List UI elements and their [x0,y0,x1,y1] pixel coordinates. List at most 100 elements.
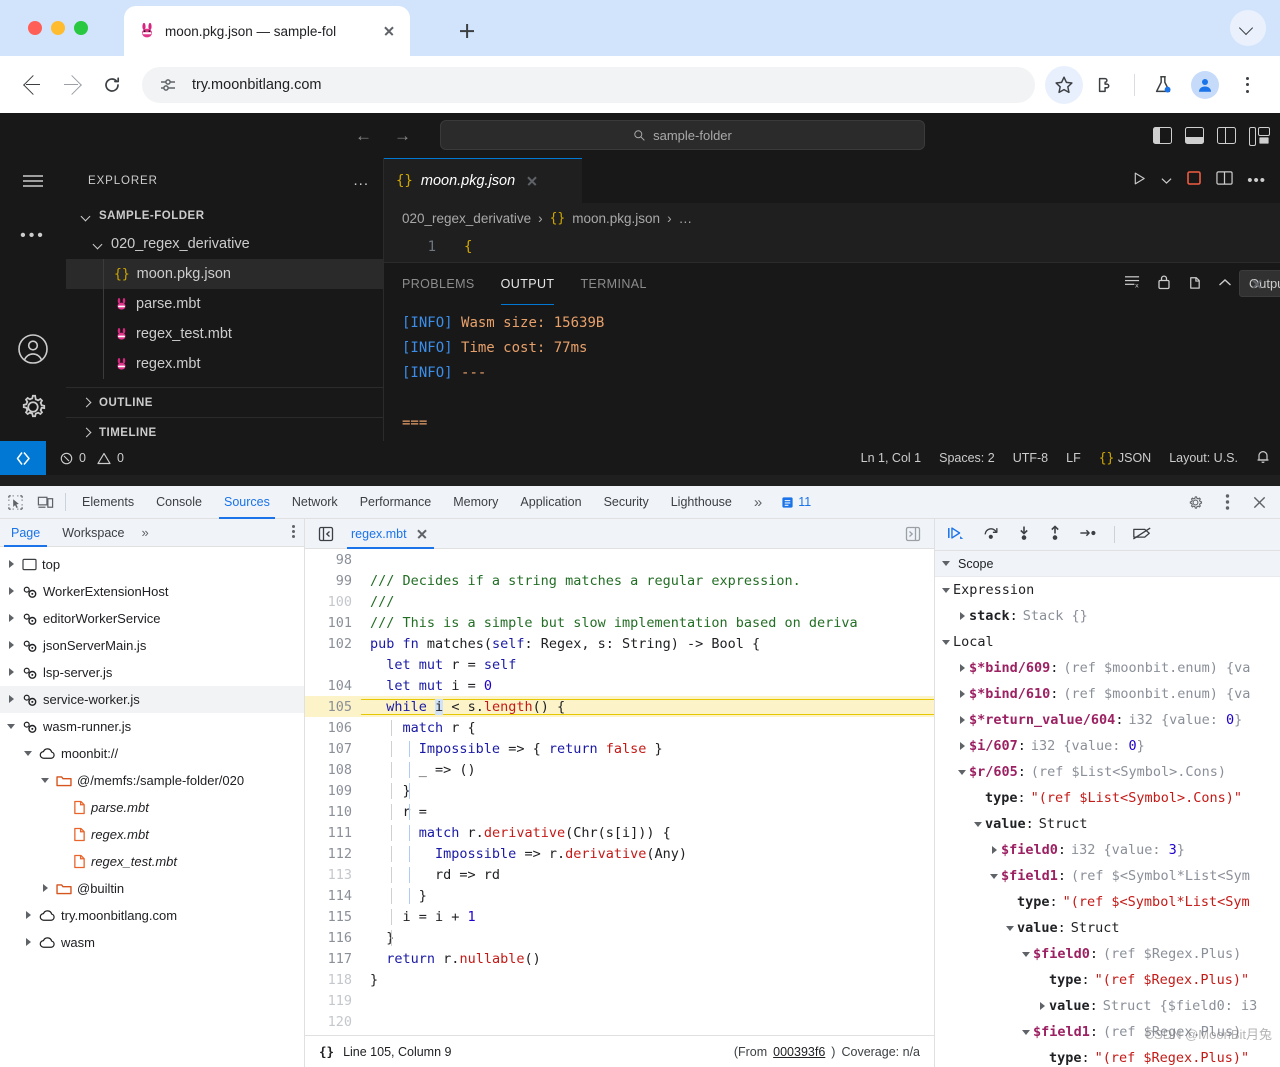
customize-layout-icon[interactable] [1249,127,1268,144]
code-line[interactable]: 113 rd => rd [305,864,934,885]
scope-row[interactable]: $*bind/609:(ref $moonbit.enum) {va [935,655,1280,681]
more-tabs-icon[interactable]: » [743,486,773,519]
scope-row[interactable]: $field1:(ref $Regex.Plus) [935,1019,1280,1045]
status-indentation[interactable]: Spaces: 2 [939,451,995,465]
three-dot-menu-icon[interactable] [291,524,296,542]
status-keyboard-layout[interactable]: Layout: U.S. [1169,451,1238,465]
status-problems[interactable]: 0 0 [46,451,124,465]
scope-row[interactable]: $field1:(ref $<Symbol*List<Sym [935,863,1280,889]
lock-scroll-icon[interactable] [1157,274,1171,295]
line-number[interactable]: 101 [305,615,361,631]
issues-badge[interactable]: 11 [781,495,811,509]
breadcrumb-item-file[interactable]: moon.pkg.json [572,211,660,226]
toggle-panel-icon[interactable] [1185,127,1204,144]
scope-row[interactable]: type:"(ref $List<Symbol>.Cons)" [935,785,1280,811]
file-row-regex-mbt[interactable]: regex.mbt [66,349,383,379]
code-line[interactable]: 111 match r.derivative(Chr(s[i])) { [305,822,934,843]
chevron-down-icon[interactable] [941,584,953,596]
chevron-down-icon[interactable] [6,721,17,732]
chevron-right-icon[interactable] [6,559,17,570]
scope-row[interactable]: value:Struct [935,915,1280,941]
source-hash-link[interactable]: 000393f6 [773,1045,825,1059]
profile-avatar-icon[interactable] [1186,66,1224,104]
status-encoding[interactable]: UTF-8 [1013,451,1048,465]
new-tab-button[interactable] [452,16,482,46]
tab-elements[interactable]: Elements [71,486,145,519]
tree-item[interactable]: moonbit:// [0,740,304,767]
step-icon[interactable] [1079,526,1097,543]
tab-sources[interactable]: Sources [213,486,281,519]
tab-performance[interactable]: Performance [349,486,443,519]
code-line[interactable]: 109 } [305,780,934,801]
close-tab-icon[interactable] [414,526,430,542]
step-over-icon[interactable] [982,525,1000,544]
chevron-right-icon[interactable] [6,640,17,651]
step-into-icon[interactable] [1017,525,1031,544]
file-row-parse-mbt[interactable]: parse.mbt [66,289,383,319]
tab-security[interactable]: Security [593,486,660,519]
line-number[interactable]: 117 [305,951,361,967]
chevron-down-icon[interactable] [989,870,1001,882]
line-number[interactable]: 111 [305,825,361,841]
quick-open-input[interactable]: sample-folder [440,120,925,150]
scope-section-header[interactable]: Scope [935,551,1280,577]
settings-gear-icon[interactable] [0,392,66,422]
three-dot-menu-icon[interactable] [1228,66,1266,104]
line-number[interactable]: 116 [305,930,361,946]
minimize-window-button[interactable] [51,21,65,35]
nav-tab-page[interactable]: Page [0,519,51,547]
tab-problems[interactable]: PROBLEMS [402,263,475,305]
clear-output-icon[interactable]: x [1124,274,1141,294]
chevron-right-icon[interactable] [40,883,51,894]
scope-row[interactable]: type:"(ref $Regex.Plus)" [935,967,1280,993]
back-arrow-icon[interactable] [14,67,50,103]
line-number[interactable]: 99 [305,573,361,589]
chevron-right-icon[interactable] [6,586,17,597]
chevron-right-icon[interactable] [957,662,969,674]
collapse-sidebar-icon[interactable] [311,519,341,549]
code-line[interactable]: 99/// Decides if a string matches a regu… [305,570,934,591]
code-line[interactable]: 117 return r.nullable() [305,948,934,969]
tab-memory[interactable]: Memory [442,486,509,519]
maximize-window-button[interactable] [74,21,88,35]
code-line[interactable]: 105 while i < s.length() { [305,696,934,717]
window-traffic-lights[interactable] [0,21,88,35]
line-number[interactable]: 106 [305,720,361,736]
tab-lighthouse[interactable]: Lighthouse [660,486,743,519]
code-line[interactable]: 101/// This is a simple but slow impleme… [305,612,934,633]
line-number[interactable]: 108 [305,762,361,778]
chevron-down-icon[interactable] [40,775,51,786]
chevron-down-icon[interactable] [1005,922,1017,934]
breadcrumb-item-more[interactable]: … [679,211,693,226]
tab-network[interactable]: Network [281,486,349,519]
line-number[interactable]: 102 [305,636,361,652]
address-bar[interactable]: try.moonbitlang.com [142,67,1035,103]
tree-item[interactable]: @/memfs:/sample-folder/020 [0,767,304,794]
run-chevron-icon[interactable] [1161,172,1172,190]
chevron-right-icon[interactable] [989,844,1001,856]
file-row-regex-test-mbt[interactable]: regex_test.mbt [66,319,383,349]
close-panel-icon[interactable] [1248,275,1266,293]
chevron-down-icon[interactable] [941,636,953,648]
chevron-right-icon[interactable] [957,740,969,752]
chevron-down-icon[interactable] [1021,948,1033,960]
chevron-right-icon[interactable] [957,688,969,700]
tab-terminal[interactable]: TERMINAL [580,263,646,305]
tree-item[interactable]: editorWorkerService [0,605,304,632]
menu-hamburger-icon[interactable] [0,173,66,189]
line-number[interactable]: 112 [305,846,361,862]
browser-tab[interactable]: moon.pkg.json — sample-fol [124,6,410,56]
flask-icon[interactable] [1144,66,1182,104]
code-line[interactable]: 114 } [305,885,934,906]
site-settings-icon[interactable] [156,73,180,97]
resume-icon[interactable] [947,525,965,544]
star-icon[interactable] [1045,66,1083,104]
code-line[interactable]: 100/// [305,591,934,612]
tab-console[interactable]: Console [145,486,213,519]
scope-row[interactable]: $field0:i32 {value: 3} [935,837,1280,863]
tree-item[interactable]: lsp-server.js [0,659,304,686]
code-line[interactable]: 103 let mut r = self [305,654,934,675]
nav-more-icon[interactable]: » [136,525,155,540]
code-line[interactable]: 108 _ => () [305,759,934,780]
code-line[interactable]: 115 i = i + 1 [305,906,934,927]
